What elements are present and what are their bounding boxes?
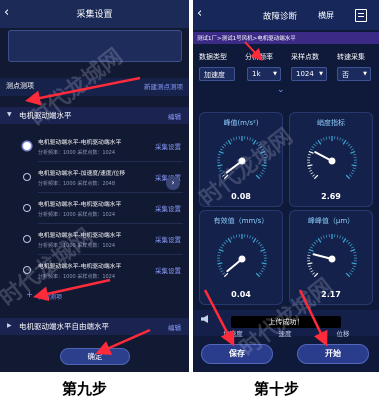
- caption-right: 第十步: [254, 380, 300, 398]
- arrow-to-start: [298, 289, 328, 347]
- arrow-to-add-item: [33, 278, 111, 302]
- arrow-to-confirm: [95, 328, 151, 355]
- caption-left: 第九步: [62, 380, 108, 398]
- arrow-to-measure-points: [25, 76, 141, 106]
- arrow-to-frequency: [244, 41, 263, 61]
- screenshot: ‹ 采集设置 测点测项 新建测点测项 ▼ 电机驱动端水平 编辑 电机驱动端水平-…: [0, 0, 379, 404]
- annotation-arrows: [25, 41, 328, 355]
- arrow-to-save: [203, 289, 235, 347]
